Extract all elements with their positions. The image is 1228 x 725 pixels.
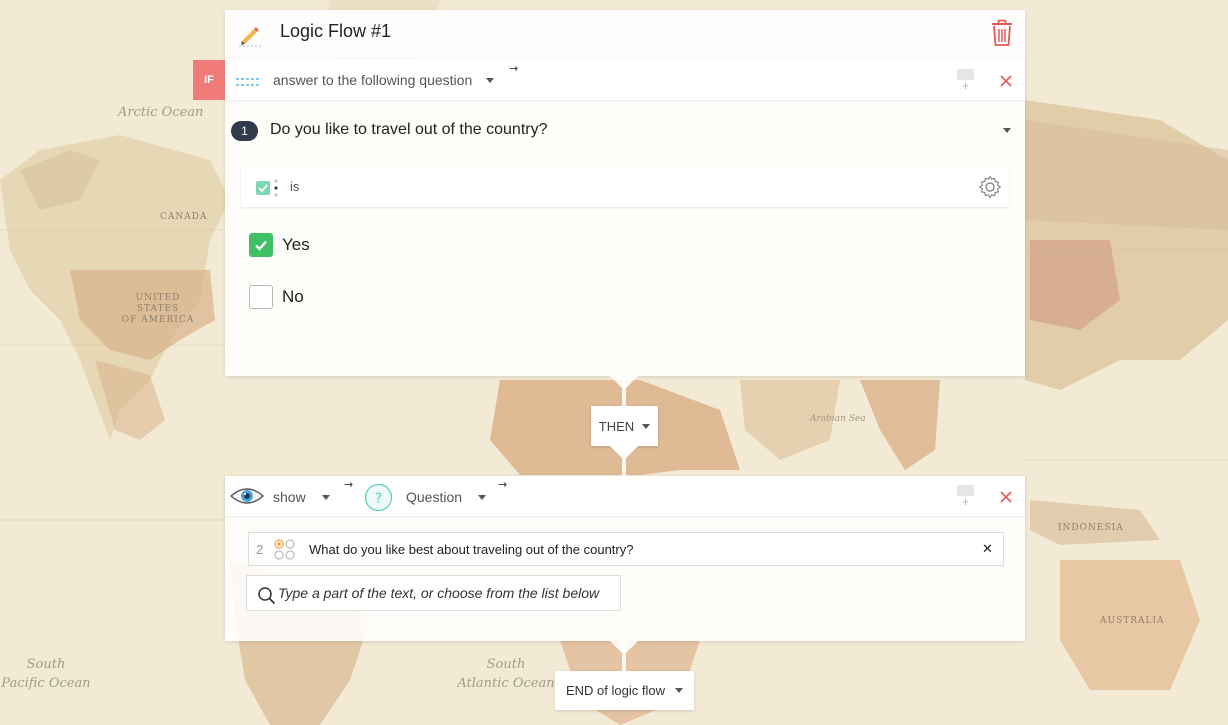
trash-icon[interactable]: [990, 19, 1014, 47]
target-question-text: What do you like best about traveling ou…: [309, 542, 634, 557]
arrow-right-icon: →: [509, 62, 519, 75]
remove-condition-icon[interactable]: [999, 73, 1013, 87]
question-search-input[interactable]: [278, 583, 613, 603]
action-target-label: Question: [406, 489, 463, 505]
map-label-south-pacific: South Pacific Ocean: [0, 655, 92, 693]
answer-label: No: [282, 287, 304, 306]
action-verb-label: show: [273, 489, 306, 505]
answer-option-yes[interactable]: Yes: [249, 233, 310, 257]
pencil-icon[interactable]: [237, 21, 263, 47]
condition-type-dropdown[interactable]: answer to the following question: [273, 70, 495, 90]
condition-type-bar: answer to the following question →: [225, 60, 1025, 100]
add-action-icon[interactable]: [956, 484, 976, 506]
check-icon: [255, 240, 267, 251]
then-label: THEN: [598, 418, 635, 434]
map-label-arabian-sea: Arabian Sea: [810, 414, 866, 424]
question-search-field[interactable]: [246, 575, 621, 611]
checkbox-operator-icon[interactable]: [255, 178, 281, 198]
chevron-down-icon: [478, 494, 487, 500]
map-label-south-atlantic-line1: South: [486, 657, 526, 672]
selected-target-question: 2 What do you like best about traveling …: [248, 532, 1004, 566]
remove-target-question-button[interactable]: ✕: [982, 542, 993, 557]
if-condition-row: IF answer to the following question →: [193, 60, 1025, 100]
operator-row: is: [241, 167, 1009, 207]
connector-notch-end: [610, 641, 638, 655]
condition-question-text: Do you like to travel out of the country…: [270, 121, 548, 138]
chevron-down-icon: [1003, 128, 1011, 133]
chevron-down-icon: [321, 494, 330, 500]
map-label-south-pacific-line2: Pacific Ocean: [1, 676, 91, 691]
checkbox-checked[interactable]: [249, 233, 273, 257]
svg-text:?: ?: [375, 491, 382, 507]
connector-notch-top: [610, 376, 638, 390]
map-label-usa-line1: UNITED STATES: [135, 293, 181, 314]
arrow-right-icon: →: [344, 478, 354, 491]
map-label-south-atlantic: South Atlantic Ocean: [456, 655, 556, 693]
if-badge: IF: [193, 60, 225, 100]
action-bar: show → ? Question →: [225, 476, 1025, 516]
chevron-down-icon: [642, 423, 651, 429]
action-target-dropdown[interactable]: Question: [406, 487, 487, 507]
search-icon: [256, 585, 276, 605]
logic-flow-title[interactable]: Logic Flow #1: [280, 21, 391, 42]
answer-option-no[interactable]: No: [249, 285, 304, 309]
map-label-arctic: Arctic Ocean: [118, 105, 204, 120]
end-of-flow-label: END of logic flow: [566, 683, 665, 698]
question-mark-icon: ?: [364, 483, 393, 512]
condition-question-dropdown[interactable]: 1 Do you like to travel out of the count…: [231, 120, 1017, 144]
action-verb-dropdown[interactable]: show: [273, 487, 330, 507]
logic-flow-header: Logic Flow #1: [225, 10, 1025, 58]
map-label-south-atlantic-line2: Atlantic Ocean: [457, 676, 555, 691]
add-condition-icon[interactable]: [956, 68, 976, 90]
eye-icon: [229, 484, 265, 508]
end-of-flow-dropdown[interactable]: END of logic flow: [555, 671, 694, 710]
answer-label: Yes: [282, 235, 310, 254]
dashed-lines-icon: [235, 74, 261, 86]
then-dropdown[interactable]: THEN: [591, 406, 658, 446]
condition-type-label: answer to the following question: [273, 72, 473, 88]
connector-notch-bottom: [610, 446, 638, 460]
checkbox-unchecked[interactable]: [249, 285, 273, 309]
question-number-badge: 1: [231, 121, 258, 141]
map-label-usa-line2: OF AMERICA: [121, 315, 195, 325]
multiple-choice-icon: [273, 538, 297, 562]
operator-label[interactable]: is: [290, 179, 299, 194]
action-card: show → ? Question → 2 What do you like b…: [225, 476, 1025, 641]
map-label-canada: CANADA: [160, 212, 208, 222]
arrow-right-icon: →: [498, 478, 508, 491]
map-label-australia: AUSTRALIA: [1100, 616, 1165, 626]
chevron-down-icon: [486, 77, 495, 83]
map-label-usa: UNITED STATES OF AMERICA: [118, 293, 198, 326]
logic-flow-card: Logic Flow #1 IF answer to the following…: [193, 10, 1025, 376]
gear-icon[interactable]: [978, 175, 1002, 199]
target-question-number: 2: [256, 542, 264, 557]
map-label-indonesia: INDONESIA: [1058, 523, 1124, 533]
remove-action-icon[interactable]: [999, 489, 1013, 503]
map-label-south-pacific-line1: South: [26, 657, 66, 672]
chevron-down-icon: [674, 688, 683, 693]
